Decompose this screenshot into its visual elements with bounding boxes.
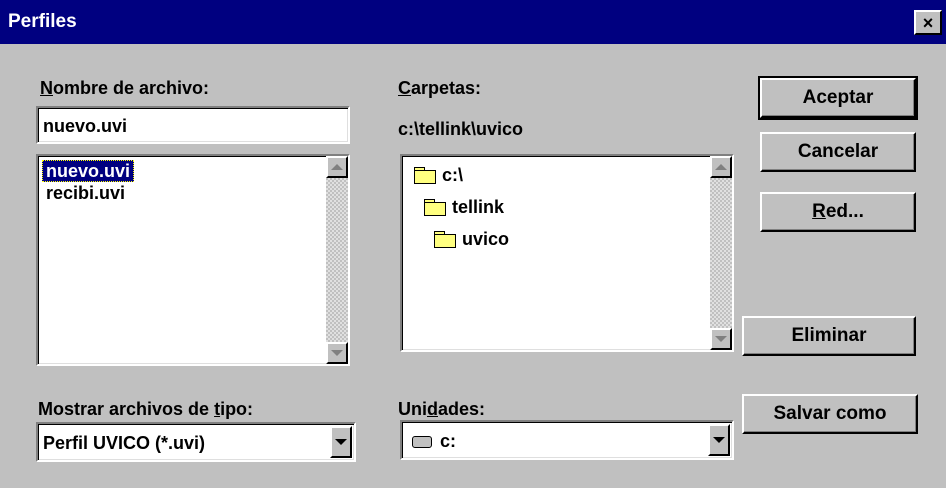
filetype-label: Mostrar archivos de tipo: [38, 399, 254, 419]
drives-select[interactable]: c: [400, 420, 734, 460]
folder-tree-item[interactable]: tellink [420, 196, 508, 218]
file-list-scroll-down-button[interactable] [326, 342, 348, 364]
file-list-item[interactable]: nuevo.uvi [42, 160, 135, 182]
filetype-select[interactable]: Perfil UVICO (*.uvi) [36, 422, 356, 462]
current-path: c:\tellink\uvico [398, 119, 524, 139]
folder-tree-scroll-up-button[interactable] [710, 156, 732, 178]
file-list-item[interactable]: recibi.uvi [42, 182, 129, 204]
arrow-down-icon [715, 336, 727, 342]
drives-dropdown-button[interactable] [708, 424, 730, 456]
folder-name: tellink [452, 197, 505, 217]
filetype-dropdown-button[interactable] [330, 426, 352, 458]
file-list-scrollbar[interactable] [326, 156, 348, 364]
filetype-select-value: Perfil UVICO (*.uvi) [43, 433, 206, 453]
arrow-up-icon [715, 164, 727, 170]
folders-label: Carpetas: [398, 78, 482, 98]
folder-tree-scrollbar[interactable] [710, 156, 732, 350]
filename-label: Nombre de archivo: [40, 78, 210, 98]
folder-open-icon [414, 167, 436, 184]
arrow-down-icon [331, 350, 343, 356]
file-list-scroll-up-button[interactable] [326, 156, 348, 178]
folder-tree-item[interactable]: c:\ [410, 164, 467, 186]
title-bar[interactable]: Perfiles × [0, 0, 946, 44]
window-title: Perfiles [8, 11, 77, 32]
folder-tree-item[interactable]: uvico [430, 228, 513, 250]
delete-button[interactable]: Eliminar [742, 316, 916, 356]
drive-icon [412, 436, 432, 448]
save-as-button[interactable]: Salvar como [742, 394, 918, 434]
close-icon: × [922, 12, 934, 33]
folder-name: uvico [462, 229, 510, 249]
arrow-up-icon [331, 164, 343, 170]
folder-open-icon [434, 231, 456, 248]
filename-input[interactable]: nuevo.uvi [36, 106, 350, 144]
chevron-down-icon [713, 437, 725, 443]
cancel-button[interactable]: Cancelar [760, 132, 916, 172]
drives-select-value: c: [440, 431, 457, 451]
folder-open-icon [424, 199, 446, 216]
folder-tree[interactable]: c:\ tellink uvico [400, 154, 734, 352]
folder-name: c:\ [442, 165, 464, 185]
file-list[interactable]: nuevo.uvi recibi.uvi [36, 154, 350, 366]
filename-input-value: nuevo.uvi [43, 116, 128, 136]
accept-button[interactable]: Aceptar [758, 76, 918, 120]
network-button[interactable]: Red... [760, 192, 916, 232]
drives-label: Unidades: [398, 399, 486, 419]
folder-tree-scroll-down-button[interactable] [710, 328, 732, 350]
close-button[interactable]: × [914, 10, 942, 35]
chevron-down-icon [335, 439, 347, 445]
